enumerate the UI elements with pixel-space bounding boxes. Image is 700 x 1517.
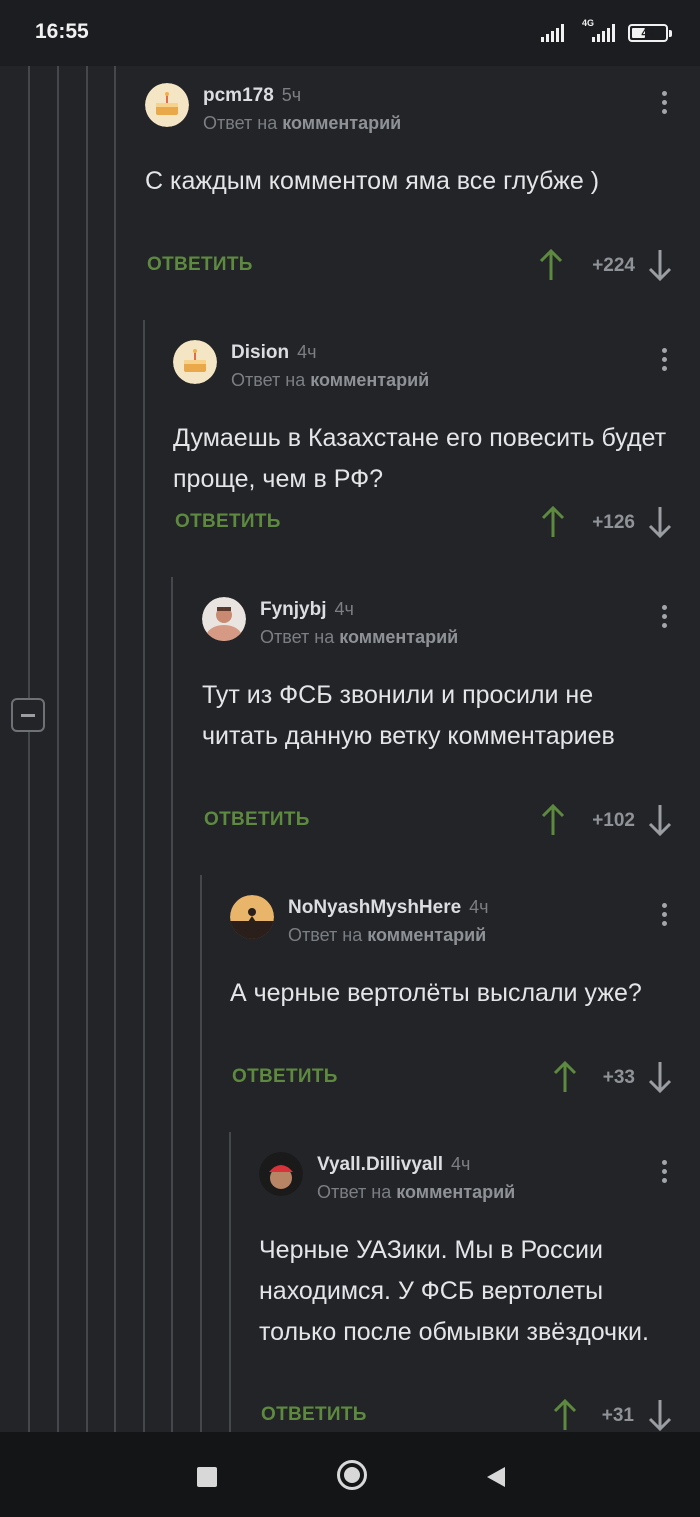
parent-comment-link[interactable]: комментарий — [396, 1182, 515, 1202]
battery-percent: 42 — [641, 26, 655, 40]
reply-to: Ответ на комментарий — [317, 1182, 516, 1202]
more-options-icon[interactable] — [662, 348, 668, 375]
downvote-arrow-icon[interactable] — [648, 1060, 672, 1094]
thread-line — [229, 1132, 231, 1432]
comment-score: +33 — [602, 1067, 635, 1088]
more-options-icon[interactable] — [662, 903, 668, 930]
bandana-avatar-icon[interactable] — [259, 1152, 303, 1196]
parent-comment-link[interactable]: комментарий — [310, 370, 429, 390]
thread-line — [114, 66, 116, 1432]
upvote-arrow-icon[interactable] — [553, 1060, 577, 1094]
signal-icon — [541, 24, 564, 42]
person-avatar-icon[interactable] — [202, 597, 246, 641]
upvote-arrow-icon[interactable] — [541, 803, 565, 837]
battery-icon: 42 — [628, 24, 672, 42]
upvote-arrow-icon[interactable] — [541, 505, 565, 539]
reply-button[interactable]: ОТВЕТИТЬ — [204, 809, 310, 831]
status-time: 16:55 — [35, 20, 89, 43]
reply-to: Ответ на комментарий — [260, 627, 459, 647]
thread-line — [171, 577, 173, 1432]
downvote-arrow-icon[interactable] — [648, 505, 672, 539]
reply-to: Ответ на комментарий — [203, 113, 402, 133]
cake-avatar-icon[interactable] — [145, 83, 189, 127]
back-icon[interactable] — [485, 1465, 507, 1489]
comment-author[interactable]: NoNyashMyshHere 4ч — [288, 897, 489, 919]
comment-time: 4ч — [297, 342, 317, 362]
comment-author[interactable]: Vyall.Dillivyall 4ч — [317, 1154, 470, 1176]
comment-text: Думаешь в Казахстане его повесить будет … — [173, 424, 667, 493]
comment-text: А черные вертолёты выслали уже? — [230, 979, 642, 1007]
reply-button[interactable]: ОТВЕТИТЬ — [261, 1404, 367, 1426]
comment-score: +126 — [592, 512, 635, 533]
comment-text: С каждым комментом яма все глубже ) — [145, 167, 600, 195]
comment-time: 4ч — [334, 599, 354, 619]
cake-avatar-icon[interactable] — [173, 340, 217, 384]
reply-to: Ответ на комментарий — [231, 370, 430, 390]
parent-comment-link[interactable]: комментарий — [282, 113, 401, 133]
downvote-arrow-icon[interactable] — [648, 803, 672, 837]
system-nav-bar — [0, 1432, 700, 1517]
thread-line — [86, 66, 88, 1432]
reply-button[interactable]: ОТВЕТИТЬ — [175, 511, 281, 533]
comment-author[interactable]: pcm178 5ч — [203, 85, 301, 107]
reply-button[interactable]: ОТВЕТИТЬ — [147, 254, 253, 276]
collapse-thread-button[interactable] — [11, 698, 45, 732]
comment-time: 4ч — [451, 1154, 471, 1174]
comment-author[interactable]: Fynjybj 4ч — [260, 599, 354, 621]
downvote-arrow-icon[interactable] — [648, 248, 672, 282]
more-options-icon[interactable] — [662, 91, 668, 118]
comment-score: +224 — [592, 255, 635, 276]
thread-line — [200, 875, 202, 1432]
home-icon[interactable] — [337, 1460, 367, 1490]
comment-score: +31 — [601, 1405, 634, 1426]
more-options-icon[interactable] — [662, 605, 668, 632]
downvote-arrow-icon[interactable] — [648, 1398, 672, 1432]
thread-line — [28, 66, 30, 1432]
signal-icon-2 — [592, 24, 615, 42]
thread-line — [57, 66, 59, 1432]
comment-time: 5ч — [281, 85, 302, 105]
recent-apps-icon[interactable] — [197, 1467, 217, 1487]
parent-comment-link[interactable]: комментарий — [367, 925, 486, 945]
more-options-icon[interactable] — [662, 1160, 668, 1187]
status-bar: 16:55 4G 42 — [0, 0, 700, 66]
comment-text: Черные УАЗики. Мы в России находимся. У … — [259, 1236, 649, 1346]
thread-line — [143, 320, 145, 1432]
comment-text: Тут из ФСБ звонили и просили не читать д… — [202, 681, 615, 750]
upvote-arrow-icon[interactable] — [539, 248, 563, 282]
comment-score: +102 — [592, 810, 635, 831]
parent-comment-link[interactable]: комментарий — [339, 627, 458, 647]
reply-to: Ответ на комментарий — [288, 925, 487, 945]
comment-author[interactable]: Dision 4ч — [231, 342, 316, 364]
sunset-avatar-icon[interactable] — [230, 895, 274, 939]
comment-time: 4ч — [469, 897, 489, 917]
reply-button[interactable]: ОТВЕТИТЬ — [232, 1066, 338, 1088]
